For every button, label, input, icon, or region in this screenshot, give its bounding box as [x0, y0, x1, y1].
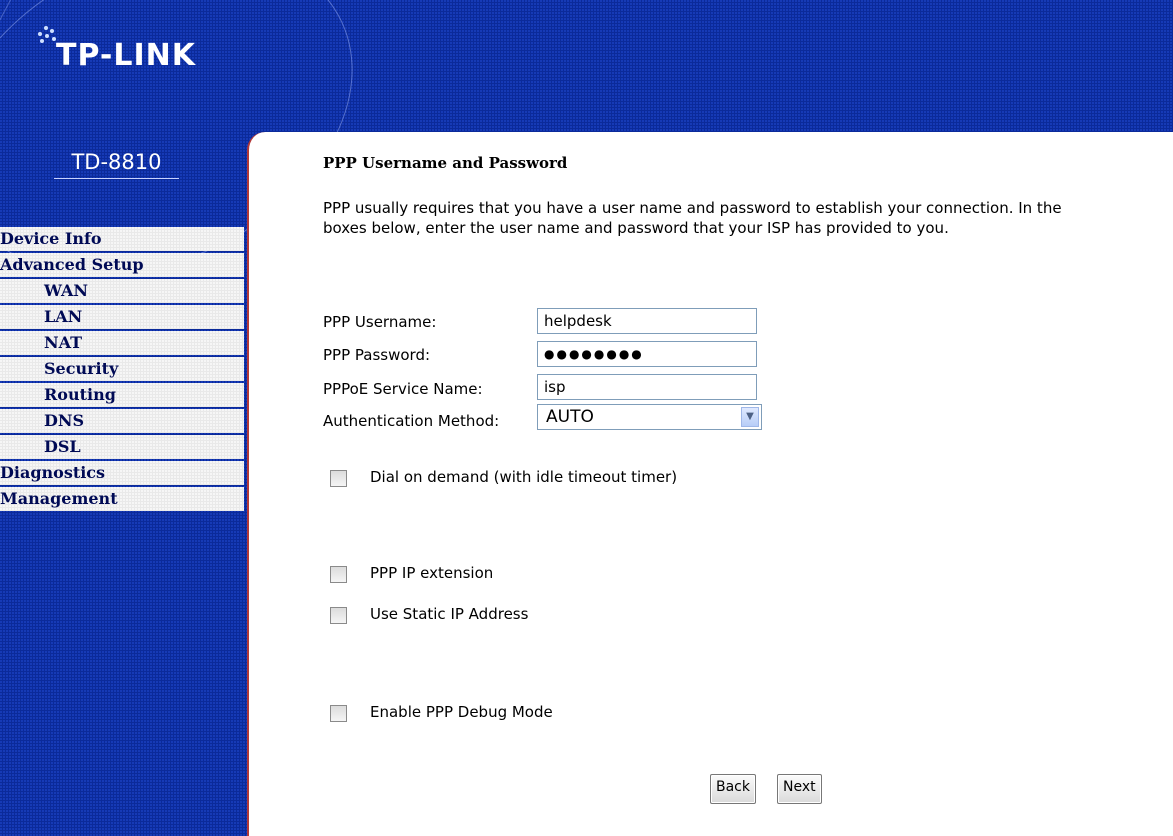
sidebar-item-diagnostics[interactable]: Diagnostics [0, 461, 244, 485]
auth-method-label: Authentication Method: [323, 412, 500, 430]
sidebar-item-advanced-setup[interactable]: Advanced Setup [0, 253, 244, 277]
sidebar-item-nat[interactable]: NAT [0, 331, 244, 355]
model-name: TD-8810 [54, 150, 179, 179]
username-label: PPP Username: [323, 313, 437, 331]
brand-logo: TP-LINK [56, 38, 197, 73]
sidebar-item-device-info[interactable]: Device Info [0, 227, 244, 251]
page-description: PPP usually requires that you have a use… [323, 198, 1173, 238]
chevron-down-icon[interactable]: ▼ [741, 407, 759, 427]
debug-mode-label: Enable PPP Debug Mode [370, 703, 553, 721]
password-input[interactable]: ●●●●●●●● [537, 341, 757, 367]
description-line-1: PPP usually requires that you have a use… [323, 199, 1062, 217]
description-line-2: boxes below, enter the user name and pas… [323, 219, 949, 237]
sidebar-item-lan[interactable]: LAN [0, 305, 244, 329]
service-name-input[interactable]: isp [537, 374, 757, 400]
dial-on-demand-checkbox[interactable] [330, 470, 347, 487]
static-ip-checkbox[interactable] [330, 607, 347, 624]
sidebar-item-dns[interactable]: DNS [0, 409, 244, 433]
sidebar-item-wan[interactable]: WAN [0, 279, 244, 303]
static-ip-label: Use Static IP Address [370, 605, 529, 623]
auth-method-value: AUTO [546, 407, 594, 427]
back-button[interactable]: Back [710, 774, 756, 804]
debug-mode-checkbox[interactable] [330, 705, 347, 722]
sidebar-item-security[interactable]: Security [0, 357, 244, 381]
ip-extension-checkbox[interactable] [330, 566, 347, 583]
password-label: PPP Password: [323, 346, 431, 364]
sidebar-nav: Device Info Advanced Setup WAN LAN NAT S… [0, 227, 244, 513]
auth-method-select[interactable]: AUTO ▼ [537, 404, 762, 430]
sidebar-item-dsl[interactable]: DSL [0, 435, 244, 459]
page-title: PPP Username and Password [323, 154, 568, 172]
username-input[interactable]: helpdesk [537, 308, 757, 334]
sidebar-item-management[interactable]: Management [0, 487, 244, 511]
next-button[interactable]: Next [777, 774, 822, 804]
dial-on-demand-label: Dial on demand (with idle timeout timer) [370, 468, 678, 486]
ip-extension-label: PPP IP extension [370, 564, 494, 582]
sidebar-item-routing[interactable]: Routing [0, 383, 244, 407]
logo-dots-icon [36, 26, 58, 46]
service-name-label: PPPoE Service Name: [323, 380, 483, 398]
